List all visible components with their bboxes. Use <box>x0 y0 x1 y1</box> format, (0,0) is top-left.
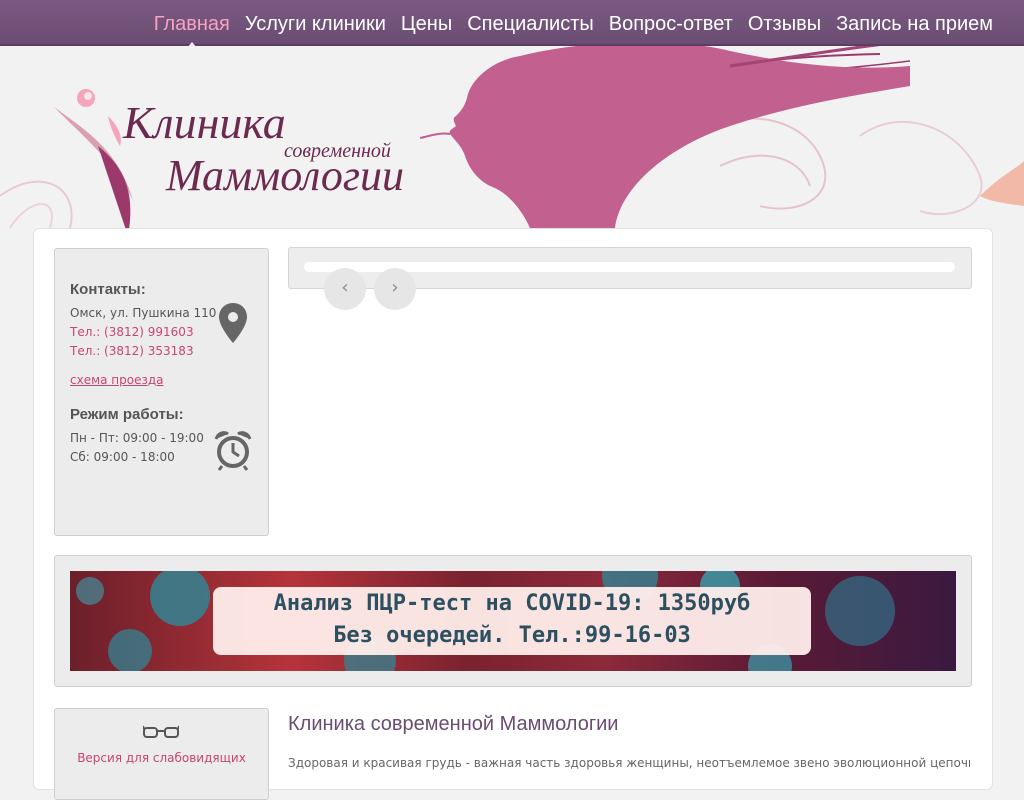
logo-text-clinic: Клиника <box>123 97 286 148</box>
nav-item-prices[interactable]: Цены <box>401 12 452 36</box>
nav-item-home[interactable]: Главная <box>154 12 230 48</box>
contact-phone-2[interactable]: Тел.: (3812) 353183 <box>70 344 194 358</box>
promo-text-box: Анализ ПЦР-тест на COVID-19: 1350руб Без… <box>213 587 811 655</box>
main-content-container: Контакты: Омск, ул. Пушкина 110 Тел.: (3… <box>33 228 993 800</box>
glasses-icon <box>143 725 179 738</box>
alarm-clock-icon <box>214 431 252 471</box>
contact-phone-1[interactable]: Тел.: (3812) 991603 <box>70 325 194 339</box>
location-pin-icon <box>219 303 247 343</box>
nav-item-services[interactable]: Услуги клиники <box>245 12 386 36</box>
slider-next-button[interactable]: › <box>374 268 416 310</box>
nav-item-appointment[interactable]: Запись на прием <box>836 12 993 36</box>
nav-item-faq[interactable]: Вопрос-ответ <box>609 12 733 36</box>
covid-promo-banner[interactable]: Анализ ПЦР-тест на COVID-19: 1350руб Без… <box>70 571 956 671</box>
woman-silhouette-illustration <box>419 46 910 228</box>
map-link[interactable]: схема проезда <box>70 373 164 387</box>
clinic-logo[interactable]: Клиника современной Маммологии <box>48 86 418 228</box>
covid-test-promo-panel: Анализ ПЦР-тест на COVID-19: 1350руб Без… <box>54 555 972 687</box>
slider-prev-button[interactable]: ‹ <box>324 268 366 310</box>
nav-item-reviews[interactable]: Отзывы <box>748 12 821 36</box>
image-slider[interactable]: ‹ › <box>288 247 972 310</box>
page-title: Клиника современной Маммологии <box>288 713 619 735</box>
contacts-heading: Контакты: <box>70 281 146 298</box>
contacts-panel: Контакты: Омск, ул. Пушкина 110 Тел.: (3… <box>54 248 269 536</box>
nav-menu: Главная Услуги клиники Цены Специалисты … <box>139 12 993 48</box>
hours-saturday: Сб: 09:00 - 18:00 <box>70 450 175 464</box>
contact-address: Омск, ул. Пушкина 110 <box>70 306 217 320</box>
accessibility-panel: Версия для слабовидящих <box>54 708 269 800</box>
logo-text-mammology: Маммологии <box>166 151 404 200</box>
promo-line-2: Без очередей. Тел.:99-16-03 <box>333 623 691 648</box>
top-navigation: Главная Услуги клиники Цены Специалисты … <box>0 0 1024 48</box>
nav-item-specialists[interactable]: Специалисты <box>467 12 594 36</box>
hours-heading: Режим работы: <box>70 406 184 423</box>
site-header: Клиника современной Маммологии <box>0 46 1024 228</box>
low-vision-version-link[interactable]: Версия для слабовидящих <box>55 751 268 765</box>
promo-line-1: Анализ ПЦР-тест на COVID-19: 1350руб <box>273 591 751 616</box>
hours-weekdays: Пн - Пт: 09:00 - 19:00 <box>70 431 204 445</box>
